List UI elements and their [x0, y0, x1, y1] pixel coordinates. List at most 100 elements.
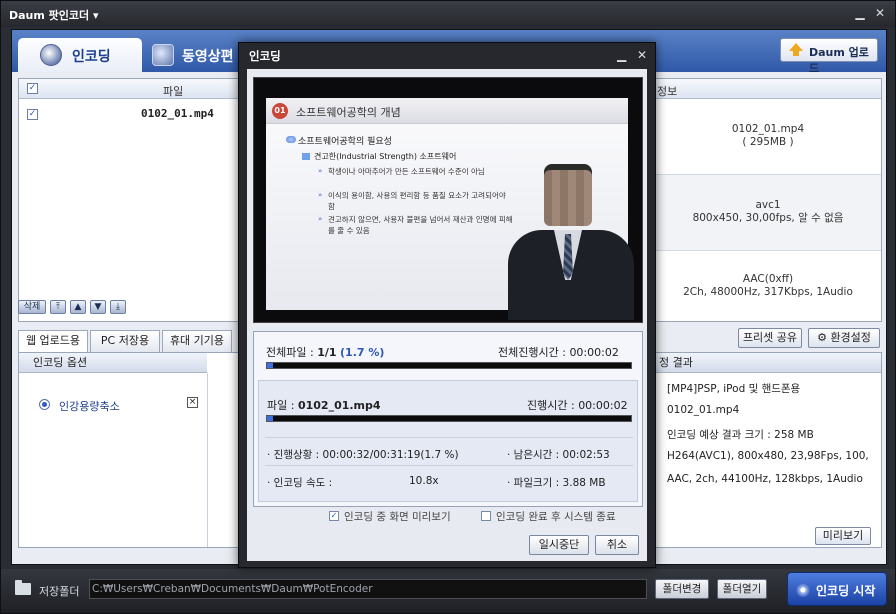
minimize-button[interactable]: ▁ [853, 6, 867, 20]
file-progress-bar [266, 415, 632, 422]
file-elapsed: 진행시간 : 00:00:02 [527, 397, 628, 413]
tab-web-upload[interactable]: 웹 업로드용 [18, 330, 88, 352]
start-encoding-button[interactable]: 인코딩 시작 [787, 572, 887, 606]
total-elapsed-label: 전체진행시간 : [498, 346, 566, 359]
slide-number: 01 [272, 103, 288, 119]
settings-label: 환경설정 [830, 331, 871, 344]
upload-arrow-stem [793, 50, 799, 56]
option-radio[interactable] [39, 399, 50, 410]
info-file-size: ( 295MB ) [742, 136, 794, 148]
result-line: 0102_01.mp4 [667, 404, 740, 416]
tab-encoding[interactable]: 인코딩 [18, 38, 142, 72]
total-elapsed-value: 00:00:02 [569, 346, 619, 359]
slide-bullet-text: 이식의 용이함, 사용의 편리함 등 품질 요소가 고려되어야 함 [328, 191, 506, 211]
select-all-checkbox[interactable]: ✓ [27, 83, 38, 94]
app-title[interactable]: Daum 팟인코더 ▾ [9, 7, 99, 23]
change-folder-button[interactable]: 폴더변경 [655, 579, 709, 599]
file-size-label: · 파일크기 : [507, 477, 560, 489]
dialog-close-button[interactable]: ✕ [637, 48, 647, 62]
title-menu-caret-icon[interactable]: ▾ [93, 9, 99, 22]
slide-bullet-text: 견고하지 않으면, 사용자 불편을 넘어서 재산과 인명에 피해를 줄 수 있음 [328, 215, 513, 235]
slide-bullet: » 학생이나 아마추어가 만든 소프트웨어 수준이 아님 [318, 166, 514, 177]
tab-encoding-label: 인코딩 [72, 49, 111, 65]
gear-icon: ⚙ [817, 331, 827, 344]
folder-icon [15, 580, 31, 595]
remaining-time: · 남은시간 : 00:02:53 [507, 447, 610, 462]
current-file: 파일 : 0102_01.mp4 [267, 397, 381, 413]
slide-bullet-text: 학생이나 아마추어가 만든 소프트웨어 수준이 아님 [328, 167, 485, 176]
slide-title: 소프트웨어공학의 개념 [296, 106, 401, 119]
encoding-dialog: 인코딩 ▁ ✕ 01 소프트웨어공학의 개념 소프트웨어공학의 필요성 견고한(… [238, 42, 656, 568]
start-encoding-label: 인코딩 시작 [816, 584, 876, 598]
column-header-file[interactable]: 파일 [163, 83, 183, 99]
open-folder-button[interactable]: 폴더열기 [717, 579, 767, 599]
info-file-name: 0102_01.mp4 [731, 123, 805, 135]
total-progress-fill [267, 363, 274, 368]
file-elapsed-value: 00:00:02 [578, 399, 628, 412]
encoding-speed-value: 10.8x [409, 475, 439, 487]
encoding-speed-label: · 인코딩 속도 : [267, 477, 333, 489]
bottom-bar: 저장폴더 C:₩Users₩Creban₩Documents₩Daum₩PotE… [1, 569, 895, 613]
film-reel-icon [796, 583, 810, 597]
stat-separator [265, 465, 633, 466]
dialog-minimize-button[interactable]: ▁ [617, 48, 626, 62]
move-top-icon[interactable]: ⤒ [50, 300, 66, 314]
delete-button[interactable]: 삭제 [18, 300, 46, 314]
daum-upload-label: Daum 업로드 [809, 46, 869, 75]
preset-share-button[interactable]: 프리셋 공유 [738, 328, 802, 348]
total-progress-bar [266, 362, 632, 369]
progress-status-label: · 진행상황 : [267, 449, 320, 461]
move-up-icon[interactable]: ▲ [70, 300, 86, 314]
file-progress-section: 파일 : 0102_01.mp4 진행시간 : 00:00:02 · 진행상황 … [258, 380, 638, 502]
total-percent: (1.7 %) [340, 346, 385, 359]
file-row-name[interactable]: 0102_01.mp4 [141, 107, 214, 120]
progress-status-value: 00:00:32/00:31:19(1.7 %) [322, 449, 459, 461]
remaining-time-value: 00:02:53 [562, 449, 610, 461]
title-bar: Daum 팟인코더 ▾ ▁ ✕ [1, 1, 895, 27]
bullet-arrow-icon: » [318, 215, 323, 223]
file-value: 0102_01.mp4 [297, 399, 381, 412]
bullet-arrow-icon: » [318, 167, 323, 175]
daum-upload-button[interactable]: Daum 업로드 [780, 38, 878, 75]
preview-during-checkbox[interactable]: ✓ [329, 511, 339, 521]
info-video-detail: 800x450, 30,00fps, 알 수 없음 [692, 212, 844, 224]
scissors-icon [152, 44, 174, 66]
dialog-title: 인코딩 [249, 49, 281, 63]
slide-bullet-icon [302, 153, 310, 160]
shutdown-label[interactable]: 인코딩 완료 후 시스템 종료 [496, 509, 616, 524]
result-line: 인코딩 예상 결과 크기 : 258 MB [667, 429, 814, 441]
result-line: H264(AVC1), 800x480, 23,98Fps, 100, [667, 450, 869, 462]
info-separator [655, 174, 881, 175]
total-elapsed: 전체진행시간 : 00:00:02 [498, 344, 619, 360]
save-path-field[interactable]: C:₩Users₩Creban₩Documents₩Daum₩PotEncode… [89, 579, 647, 599]
result-panel-title: 정 결과 [655, 353, 881, 373]
total-files: 전체파일 : 1/1 (1.7 %) [266, 344, 384, 360]
shutdown-checkbox[interactable] [481, 511, 491, 521]
tab-pc-storage[interactable]: PC 저장용 [90, 330, 160, 352]
close-button[interactable]: ✕ [873, 6, 887, 20]
move-bottom-icon[interactable]: ⤓ [110, 300, 126, 314]
option-label[interactable]: 인강용량축소 [59, 398, 120, 414]
slide-bullet-icon [286, 136, 296, 143]
remaining-time-label: · 남은시간 : [507, 449, 560, 461]
preview-button[interactable]: 미리보기 [815, 527, 871, 545]
move-down-icon[interactable]: ▼ [90, 300, 106, 314]
settings-button[interactable]: ⚙ 환경설정 [808, 328, 880, 348]
info-file: 0102_01.mp4 ( 295MB ) [655, 123, 881, 149]
info-audio-codec: AAC(0xff) [742, 273, 794, 285]
presenter-face-pixelated [544, 170, 592, 226]
app-title-text: Daum 팟인코더 [9, 9, 90, 22]
preview-during-label[interactable]: 인코딩 중 화면 미리보기 [344, 509, 451, 524]
total-files-value: 1/1 [317, 346, 337, 359]
options-panel-title: 인코딩 옵션 [19, 353, 207, 373]
video-preview: 01 소프트웨어공학의 개념 소프트웨어공학의 필요성 견고한(Industri… [253, 77, 643, 323]
film-reel-icon [40, 44, 62, 66]
slide-heading: 소프트웨어공학의 필요성 [298, 137, 392, 147]
tab-mobile-device[interactable]: 휴대 기기용 [162, 330, 232, 352]
file-row-checkbox[interactable]: ✓ [27, 109, 38, 120]
result-line: AAC, 2ch, 44100Hz, 128kbps, 1Audio [667, 473, 863, 485]
option-remove-icon[interactable]: × [187, 397, 198, 408]
file-label: 파일 : [267, 399, 295, 412]
cancel-button[interactable]: 취소 [595, 535, 639, 555]
pause-button[interactable]: 일시중단 [529, 535, 589, 555]
